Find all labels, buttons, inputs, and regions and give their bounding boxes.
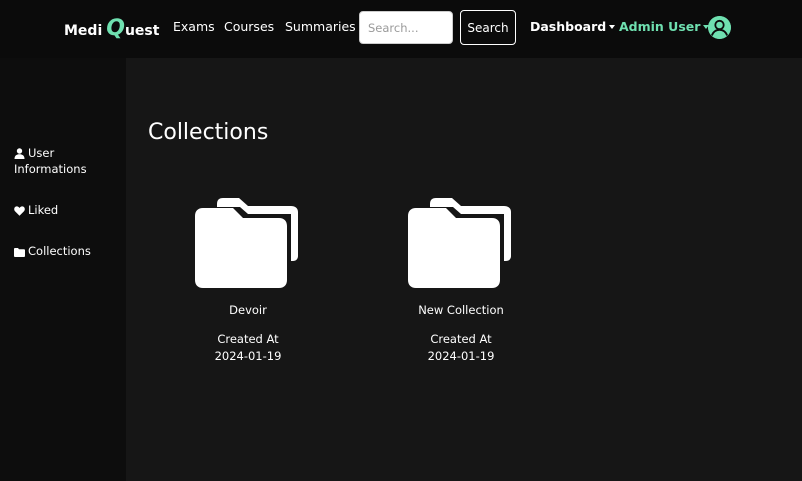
heart-icon — [14, 206, 25, 216]
brand-text-uest: uest — [124, 23, 160, 39]
admin-user-dropdown[interactable]: Admin User — [619, 19, 710, 35]
sidebar-item-label: Collections — [28, 244, 91, 258]
sidebar-item-user-informations[interactable]: User Informations — [14, 145, 114, 177]
brand-logo[interactable]: Medi Q uest — [64, 15, 159, 41]
page-title: Collections — [148, 120, 269, 145]
nav-link-summaries[interactable]: Summaries — [285, 19, 356, 35]
created-at-label: Created At — [430, 332, 492, 346]
created-at-label: Created At — [217, 332, 279, 346]
dashboard-dropdown[interactable]: Dashboard — [530, 19, 616, 35]
search-input[interactable] — [359, 11, 453, 44]
created-at-date: 2024-01-19 — [427, 349, 495, 363]
sidebar: User Informations Liked Collections — [0, 58, 126, 481]
nav-link-courses[interactable]: Courses — [224, 19, 274, 35]
collection-name: New Collection — [418, 303, 504, 317]
folder-icon — [195, 198, 298, 288]
main-content: Collections Devoir Created At 2024-01-19… — [126, 58, 802, 481]
sidebar-item-liked[interactable]: Liked — [14, 202, 58, 218]
user-icon — [14, 148, 25, 159]
folder-icon — [408, 198, 511, 288]
sidebar-item-collections[interactable]: Collections — [14, 243, 91, 259]
brand-text-medi: Medi — [64, 23, 103, 39]
collection-card-new-collection[interactable]: New Collection Created At 2024-01-19 — [391, 198, 531, 364]
brand-text-q: Q — [106, 16, 125, 41]
caret-down-icon — [609, 25, 616, 29]
collection-name: Devoir — [229, 303, 267, 317]
folder-icon — [14, 248, 25, 257]
created-at-date: 2024-01-19 — [214, 349, 282, 363]
dashboard-dropdown-label: Dashboard — [530, 19, 607, 34]
collection-card-devoir[interactable]: Devoir Created At 2024-01-19 — [178, 198, 318, 364]
sidebar-item-label: Liked — [28, 203, 59, 217]
nav-link-exams[interactable]: Exams — [173, 19, 215, 35]
admin-user-dropdown-label: Admin User — [619, 19, 701, 34]
user-avatar-icon — [708, 16, 731, 39]
avatar[interactable] — [708, 16, 731, 39]
search-button[interactable]: Search — [460, 10, 516, 45]
navbar: Medi Q uest Exams Courses Summaries Sear… — [0, 0, 802, 58]
